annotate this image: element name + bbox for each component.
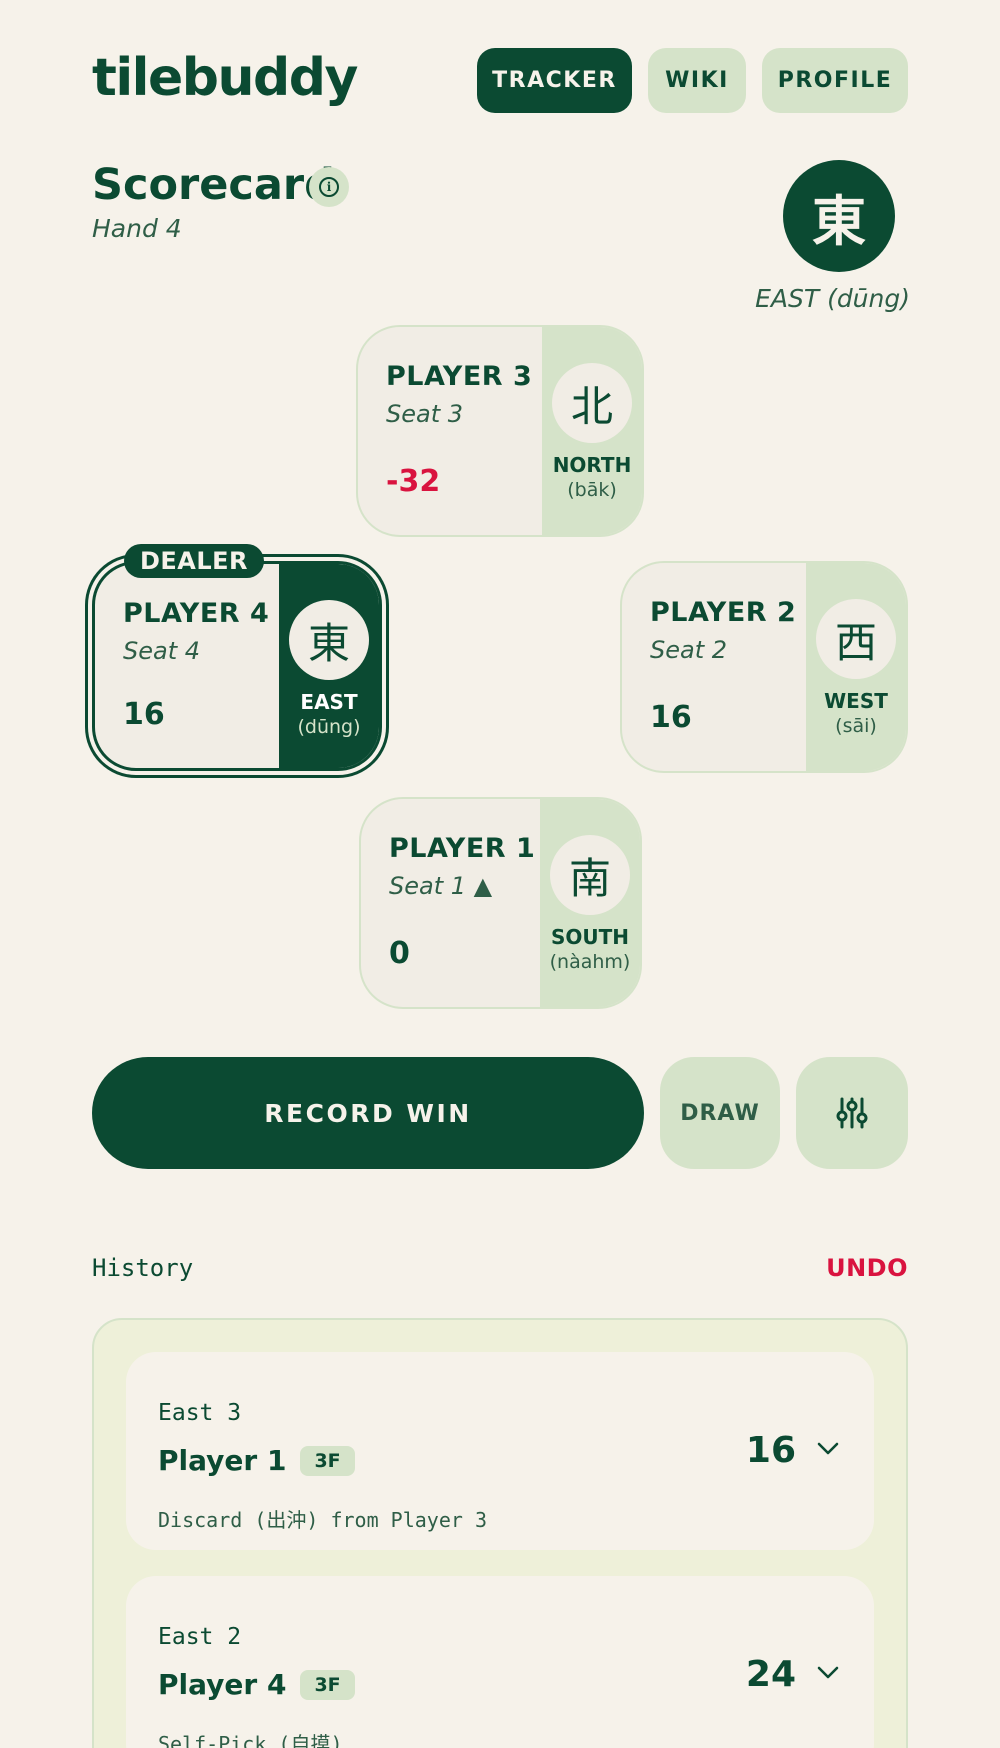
- nav-wiki-button[interactable]: WIKI: [648, 48, 746, 113]
- player-seat: Seat 1 ▲: [389, 872, 493, 900]
- draw-button[interactable]: DRAW: [660, 1057, 780, 1169]
- player-seat: Seat 4: [123, 637, 201, 665]
- player-score: 16: [123, 697, 165, 732]
- wind-romanization: (bāk): [567, 479, 617, 501]
- player-score: 0: [389, 936, 410, 971]
- history-item[interactable]: East 3 Player 1 3F Discard (出沖) from Pla…: [126, 1352, 874, 1550]
- prevailing-wind-label: EAST (dūng): [755, 284, 910, 313]
- wind-tile: 南: [550, 835, 630, 915]
- history-detail: Discard (出沖) from Player 3: [158, 1508, 487, 1532]
- chevron-down-icon[interactable]: [816, 1662, 840, 1682]
- history-round: East 2: [158, 1624, 242, 1650]
- wind-romanization: (sāi): [835, 715, 877, 737]
- history-title: History: [92, 1254, 194, 1282]
- fan-badge: 3F: [300, 1445, 355, 1476]
- history-amount: 24: [745, 1654, 796, 1695]
- wind-romanization: (nàahm): [549, 951, 631, 973]
- player-card-right[interactable]: PLAYER 2 Seat 2 16 西 WEST (sāi): [620, 561, 908, 773]
- seat-wind: 東 EAST (dūng): [279, 564, 379, 768]
- seat-wind: 北 NORTH (bāk): [542, 327, 642, 535]
- player-card-bottom[interactable]: PLAYER 1 Seat 1 ▲ 0 南 SOUTH (nàahm): [359, 797, 642, 1009]
- prevailing-wind-tile: 東: [783, 160, 895, 272]
- wind-tile: 北: [552, 363, 632, 443]
- player-card-left[interactable]: PLAYER 4 Seat 4 16 東 EAST (dūng): [92, 561, 382, 771]
- info-button[interactable]: i: [309, 167, 349, 207]
- seat-wind: 南 SOUTH (nàahm): [540, 799, 640, 1007]
- history-detail: Self-Pick (自摸): [158, 1732, 343, 1748]
- player-name: PLAYER 2: [650, 597, 797, 628]
- player-name: PLAYER 4: [123, 598, 270, 629]
- history-amount: 16: [745, 1430, 796, 1471]
- page-title: Scorecard: [92, 160, 335, 210]
- player-score: 16: [650, 700, 692, 735]
- dealer-badge: DEALER: [124, 544, 264, 578]
- wind-tile: 東: [289, 600, 369, 680]
- wind-name: WEST: [824, 689, 888, 713]
- seat-wind: 西 WEST (sāi): [806, 563, 906, 771]
- history-round: East 3: [158, 1400, 242, 1426]
- player-score: -32: [386, 464, 441, 499]
- player-seat: Seat 2: [650, 636, 728, 664]
- player-name: PLAYER 3: [386, 361, 533, 392]
- wind-romanization: (dūng): [297, 716, 361, 738]
- hand-number: Hand 4: [92, 214, 182, 243]
- info-icon: i: [319, 177, 339, 197]
- chevron-down-icon[interactable]: [816, 1438, 840, 1458]
- settings-button[interactable]: [796, 1057, 908, 1169]
- wind-name: SOUTH: [550, 925, 630, 949]
- app-logo[interactable]: tilebuddy: [92, 48, 358, 108]
- player-name: PLAYER 1: [389, 833, 536, 864]
- record-win-button[interactable]: RECORD WIN: [92, 1057, 644, 1169]
- history-item[interactable]: East 2 Player 4 3F Self-Pick (自摸) 24: [126, 1576, 874, 1748]
- nav-profile-button[interactable]: PROFILE: [762, 48, 908, 113]
- history-winner: Player 1: [158, 1444, 287, 1477]
- sliders-icon: [836, 1097, 868, 1129]
- history-winner: Player 4: [158, 1668, 287, 1701]
- player-seat: Seat 3: [386, 400, 464, 428]
- wind-name: EAST: [300, 690, 358, 714]
- wind-tile: 西: [816, 599, 896, 679]
- fan-badge: 3F: [300, 1669, 355, 1700]
- player-card-top[interactable]: PLAYER 3 Seat 3 -32 北 NORTH (bāk): [356, 325, 644, 537]
- nav-tracker-button[interactable]: TRACKER: [477, 48, 632, 113]
- wind-name: NORTH: [552, 453, 632, 477]
- undo-button[interactable]: UNDO: [826, 1254, 908, 1282]
